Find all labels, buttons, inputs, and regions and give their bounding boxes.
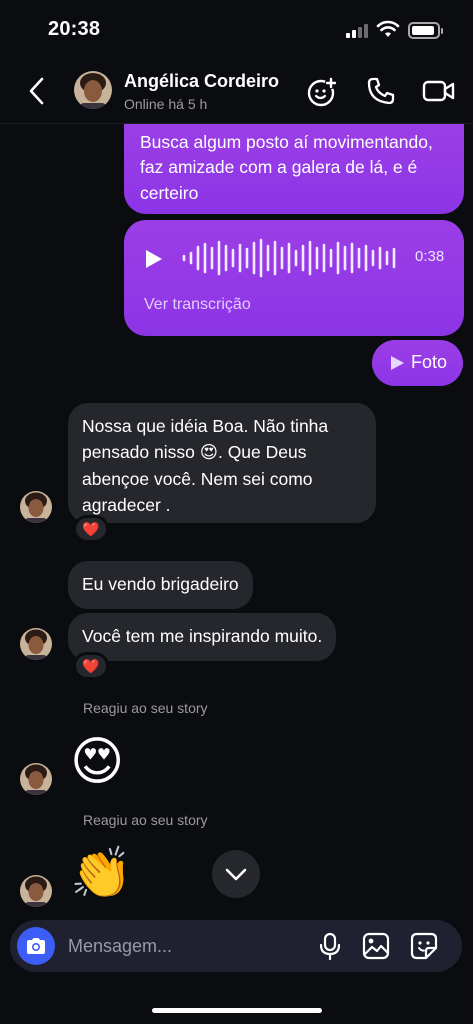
story-reaction-label: Reagiu ao seu story xyxy=(83,700,208,716)
photo-message-pill[interactable]: Foto xyxy=(372,340,463,386)
video-camera-icon[interactable] xyxy=(422,76,456,106)
contact-avatar-small[interactable] xyxy=(20,763,52,795)
scroll-to-bottom-button[interactable] xyxy=(212,850,260,898)
incoming-message-bubble[interactable]: Eu vendo brigadeiro xyxy=(68,561,253,609)
audio-duration: 0:38 xyxy=(415,248,445,265)
camera-icon xyxy=(27,938,45,954)
chevron-down-icon xyxy=(225,868,247,881)
heart-reaction[interactable]: ❤️ xyxy=(73,515,109,543)
microphone-icon[interactable] xyxy=(318,932,342,960)
contact-avatar[interactable] xyxy=(74,71,112,109)
play-icon xyxy=(391,356,404,370)
status-time: 20:38 xyxy=(48,18,101,40)
outgoing-message-bubble[interactable]: Busca algum posto aí movimentando, faz a… xyxy=(124,124,464,214)
image-icon[interactable] xyxy=(362,932,390,960)
play-icon[interactable] xyxy=(144,248,164,270)
status-bar: 20:38 xyxy=(0,0,473,60)
contact-avatar-small[interactable] xyxy=(20,628,52,660)
home-indicator[interactable] xyxy=(152,1008,322,1013)
cellular-signal-icon xyxy=(346,24,368,38)
phone-icon[interactable] xyxy=(366,76,396,106)
message-input[interactable] xyxy=(68,934,298,958)
contact-avatar-small[interactable] xyxy=(20,491,52,523)
incoming-message-bubble[interactable]: Nossa que idéia Boa. Não tinha pensado n… xyxy=(68,403,376,523)
heart-reaction[interactable]: ❤️ xyxy=(73,652,109,680)
view-transcript-link[interactable]: Ver transcrição xyxy=(144,296,251,314)
back-chevron-icon[interactable] xyxy=(26,76,48,106)
photo-label: Foto xyxy=(411,352,448,372)
sticker-icon[interactable] xyxy=(410,932,438,960)
incoming-message-bubble[interactable]: Você tem me inspirando muito. xyxy=(68,613,337,661)
chat-header: Angélica Cordeiro Online há 5 h xyxy=(0,62,473,124)
message-composer xyxy=(10,920,462,972)
contact-name[interactable]: Angélica Cordeiro xyxy=(124,71,279,92)
presence-status: Online há 5 h xyxy=(124,96,208,112)
camera-button[interactable] xyxy=(17,927,55,965)
story-reaction-label: Reagiu ao seu story xyxy=(83,812,208,828)
contact-avatar-small[interactable] xyxy=(20,875,52,907)
outgoing-audio-message[interactable]: 0:38 Ver transcrição xyxy=(124,220,464,336)
wifi-icon xyxy=(376,20,400,37)
face-plus-icon[interactable] xyxy=(306,76,338,108)
heart-eyes-emoji[interactable]: 😍 xyxy=(70,730,124,794)
clapping-hands-emoji[interactable]: 👏 xyxy=(70,842,132,904)
audio-waveform[interactable] xyxy=(182,234,402,282)
battery-icon xyxy=(408,22,443,39)
